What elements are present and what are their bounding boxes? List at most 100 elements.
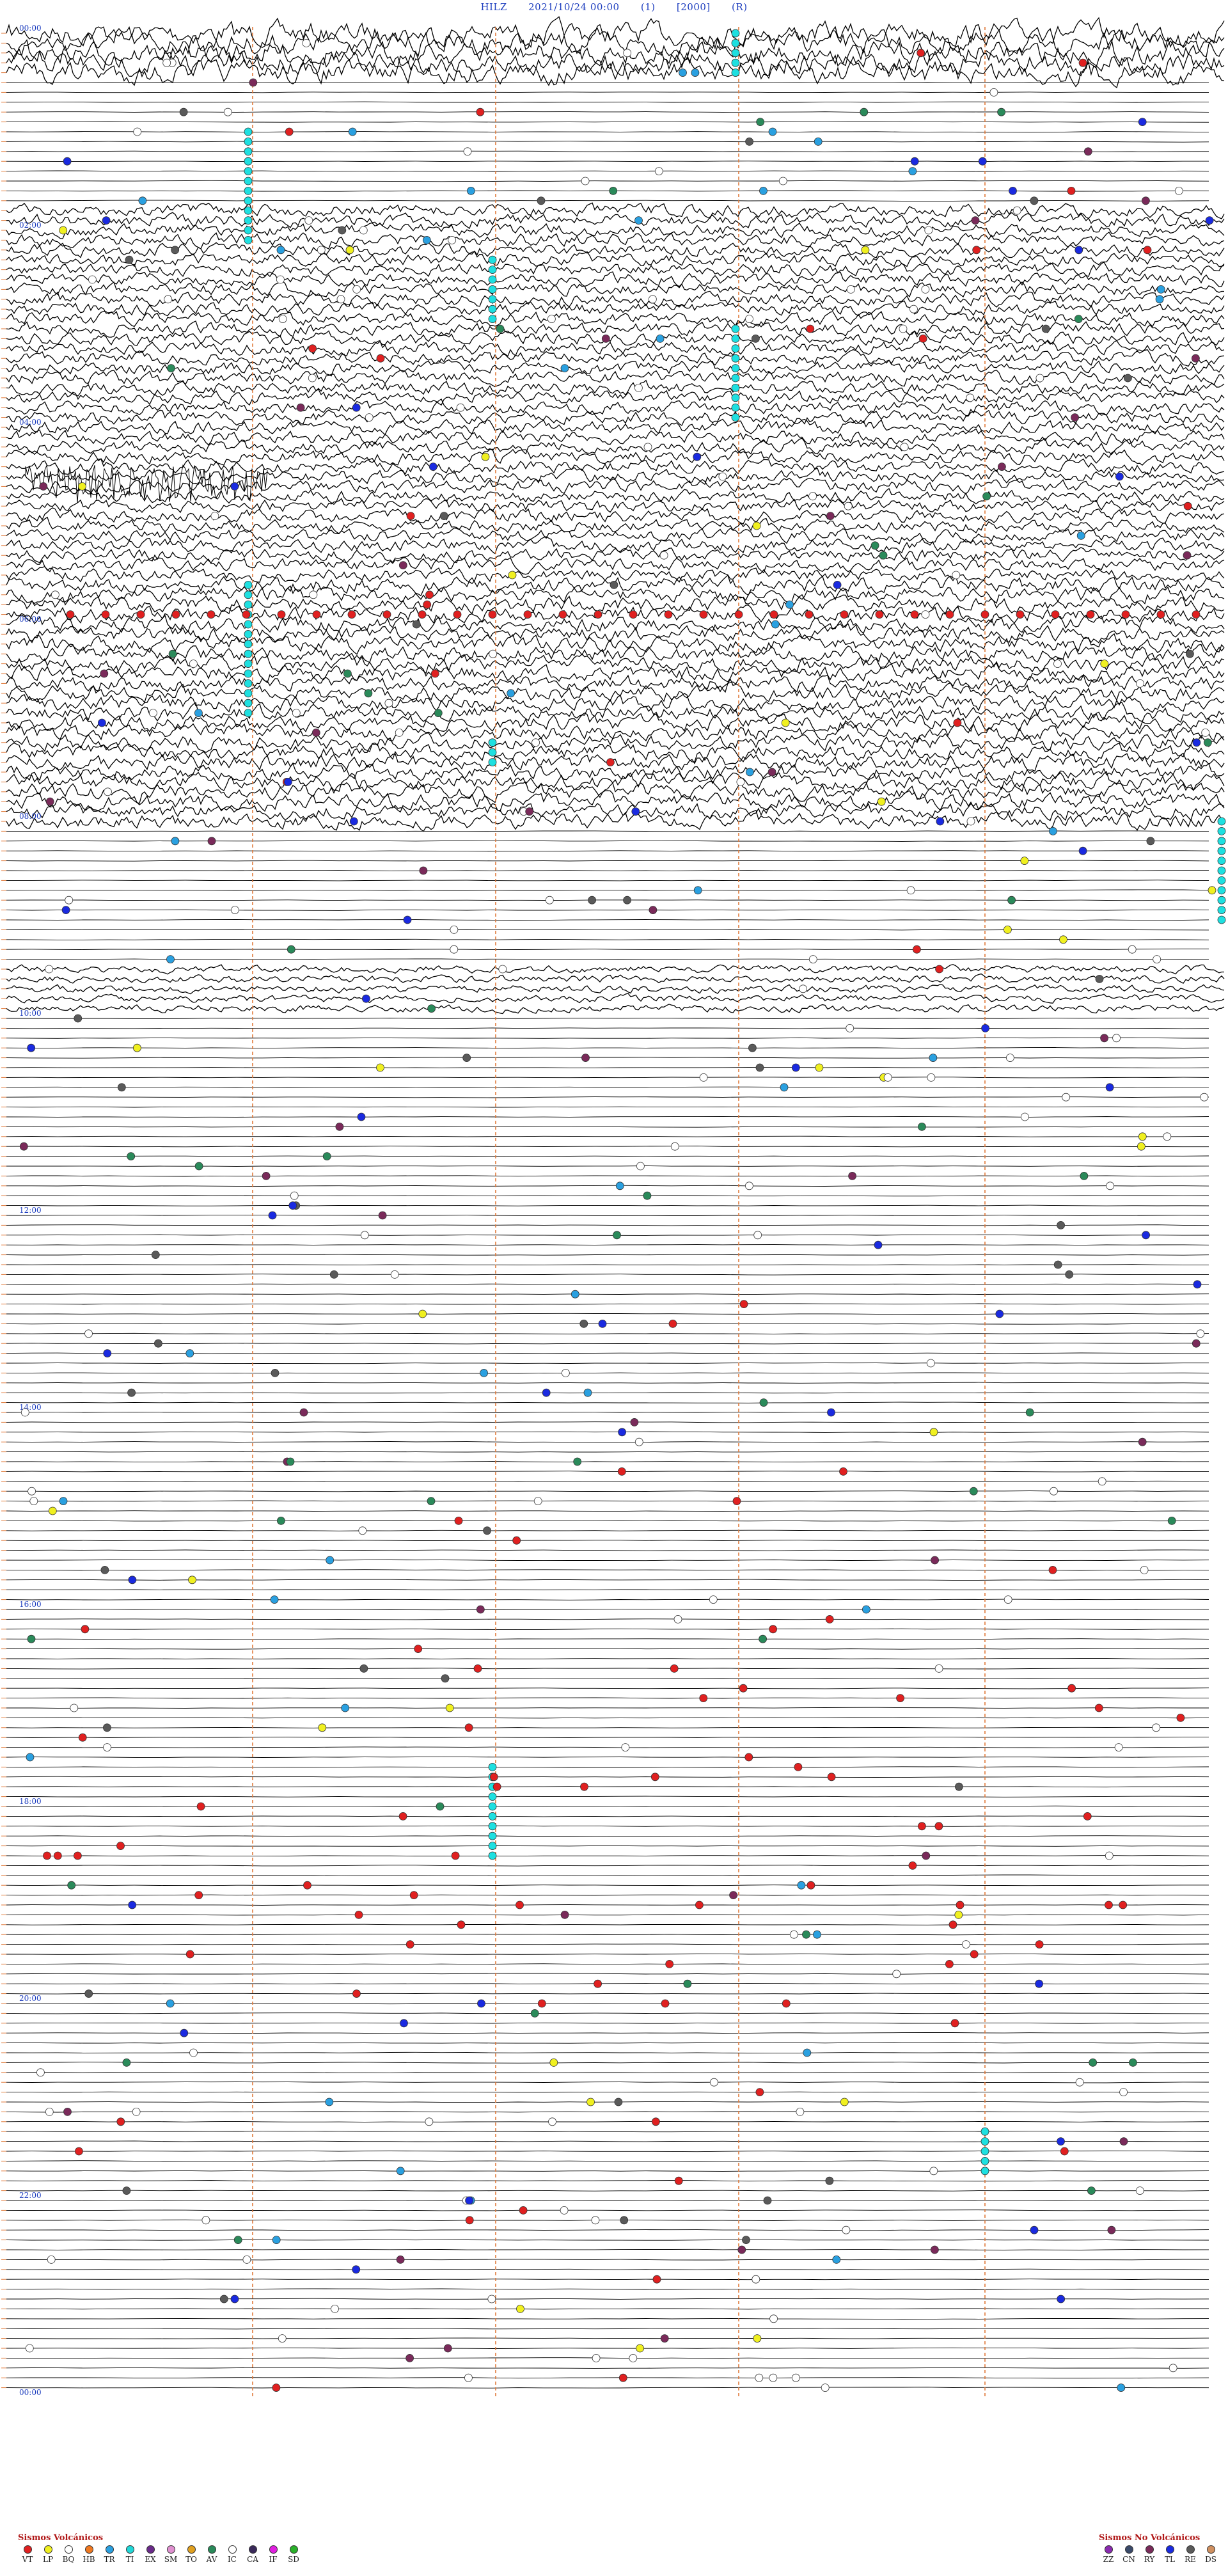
event-marker bbox=[400, 2019, 408, 2028]
event-marker bbox=[780, 1083, 789, 1092]
legend-code: TI bbox=[125, 2555, 134, 2564]
trace-line bbox=[6, 1313, 1209, 1315]
legend-code: SD bbox=[288, 2555, 299, 2564]
event-marker bbox=[268, 1211, 277, 1220]
event-marker bbox=[286, 1457, 295, 1466]
event-marker bbox=[767, 768, 776, 777]
event-marker bbox=[670, 1664, 679, 1673]
event-marker bbox=[579, 1319, 588, 1328]
event-marker bbox=[463, 147, 472, 156]
event-marker bbox=[1035, 1979, 1043, 1988]
hour-label: 00:00 bbox=[19, 24, 42, 33]
legend-dot-icon bbox=[84, 2545, 93, 2554]
event-marker bbox=[488, 304, 497, 313]
legend-code: HB bbox=[83, 2555, 95, 2564]
trace-line bbox=[6, 1155, 1209, 1157]
trace-line bbox=[6, 271, 1225, 287]
event-marker bbox=[467, 186, 475, 195]
event-marker bbox=[242, 610, 251, 619]
event-marker bbox=[636, 1162, 645, 1171]
event-marker bbox=[102, 216, 111, 225]
event-marker bbox=[125, 255, 134, 264]
legend-dot-icon bbox=[248, 2545, 257, 2554]
event-marker bbox=[558, 610, 567, 619]
event-marker bbox=[45, 965, 54, 974]
event-marker bbox=[1204, 738, 1212, 747]
event-marker bbox=[171, 837, 180, 846]
event-marker bbox=[63, 157, 72, 166]
event-marker bbox=[1167, 1516, 1176, 1525]
trace-line bbox=[6, 1648, 1209, 1650]
event-marker bbox=[745, 315, 753, 324]
legend-volcanic-sd: SD bbox=[284, 2545, 303, 2564]
event-marker bbox=[403, 915, 412, 924]
event-marker bbox=[601, 335, 610, 343]
event-marker bbox=[929, 1054, 938, 1062]
event-marker bbox=[59, 226, 68, 235]
event-marker bbox=[418, 610, 427, 619]
event-marker bbox=[806, 324, 815, 333]
event-marker bbox=[731, 324, 740, 333]
event-marker bbox=[752, 335, 760, 343]
event-marker bbox=[1140, 1565, 1149, 1574]
trace-line bbox=[6, 2190, 1209, 2192]
event-marker bbox=[1200, 1093, 1209, 1102]
trace-line bbox=[6, 949, 1209, 951]
event-marker bbox=[1174, 186, 1183, 195]
trace-line bbox=[6, 1579, 1209, 1581]
legend-code: AV bbox=[206, 2555, 217, 2564]
trace-line bbox=[6, 2318, 1209, 2320]
event-marker bbox=[827, 1773, 836, 1782]
event-marker bbox=[244, 640, 253, 649]
event-marker bbox=[329, 1270, 338, 1279]
event-marker bbox=[430, 669, 439, 678]
legend-nonvolcanic-title: Sismos No Volcánicos bbox=[1099, 2533, 1200, 2543]
event-marker bbox=[418, 1309, 427, 1318]
trace-line bbox=[6, 516, 1225, 534]
event-marker bbox=[364, 689, 373, 698]
event-marker bbox=[792, 2373, 800, 2382]
trace-line bbox=[6, 2051, 1209, 2054]
event-marker bbox=[439, 512, 448, 520]
event-marker bbox=[921, 610, 930, 619]
event-marker bbox=[966, 817, 975, 826]
cyan-marker-columns bbox=[244, 29, 1226, 2176]
event-marker bbox=[338, 226, 347, 235]
event-marker bbox=[244, 167, 253, 176]
event-marker bbox=[630, 1418, 639, 1426]
trace-line bbox=[6, 261, 1225, 278]
event-marker bbox=[473, 1664, 482, 1673]
event-marker bbox=[358, 1526, 367, 1535]
event-marker bbox=[185, 1349, 194, 1358]
trace-line bbox=[6, 2082, 1209, 2083]
event-marker bbox=[1121, 610, 1130, 619]
trace-line bbox=[6, 1027, 1209, 1029]
event-marker bbox=[488, 295, 497, 304]
trace-line bbox=[6, 290, 1225, 308]
event-marker bbox=[362, 994, 370, 1003]
trace-line bbox=[6, 448, 1225, 466]
event-marker bbox=[180, 2028, 189, 2037]
event-marker bbox=[1053, 660, 1062, 668]
trace-line bbox=[6, 790, 1225, 813]
event-marker bbox=[1124, 374, 1132, 383]
event-marker bbox=[290, 1191, 299, 1200]
legend-dot-icon bbox=[64, 2545, 73, 2554]
hour-label: 18:00 bbox=[19, 1797, 42, 1806]
event-marker bbox=[512, 1536, 521, 1545]
event-marker bbox=[844, 502, 853, 510]
event-marker bbox=[128, 1900, 137, 1909]
legend-dot-icon bbox=[207, 2545, 216, 2554]
event-marker bbox=[649, 295, 657, 304]
event-marker bbox=[664, 610, 673, 619]
event-marker bbox=[244, 630, 253, 638]
legend-volcanic-hb: HB bbox=[79, 2545, 98, 2564]
event-marker bbox=[846, 285, 855, 294]
event-marker bbox=[244, 660, 253, 668]
event-marker bbox=[732, 1497, 741, 1506]
trace-line bbox=[6, 1332, 1209, 1334]
event-marker bbox=[934, 1822, 943, 1831]
event-marker bbox=[803, 2048, 812, 2057]
event-marker bbox=[117, 1083, 126, 1092]
event-marker bbox=[296, 403, 305, 412]
